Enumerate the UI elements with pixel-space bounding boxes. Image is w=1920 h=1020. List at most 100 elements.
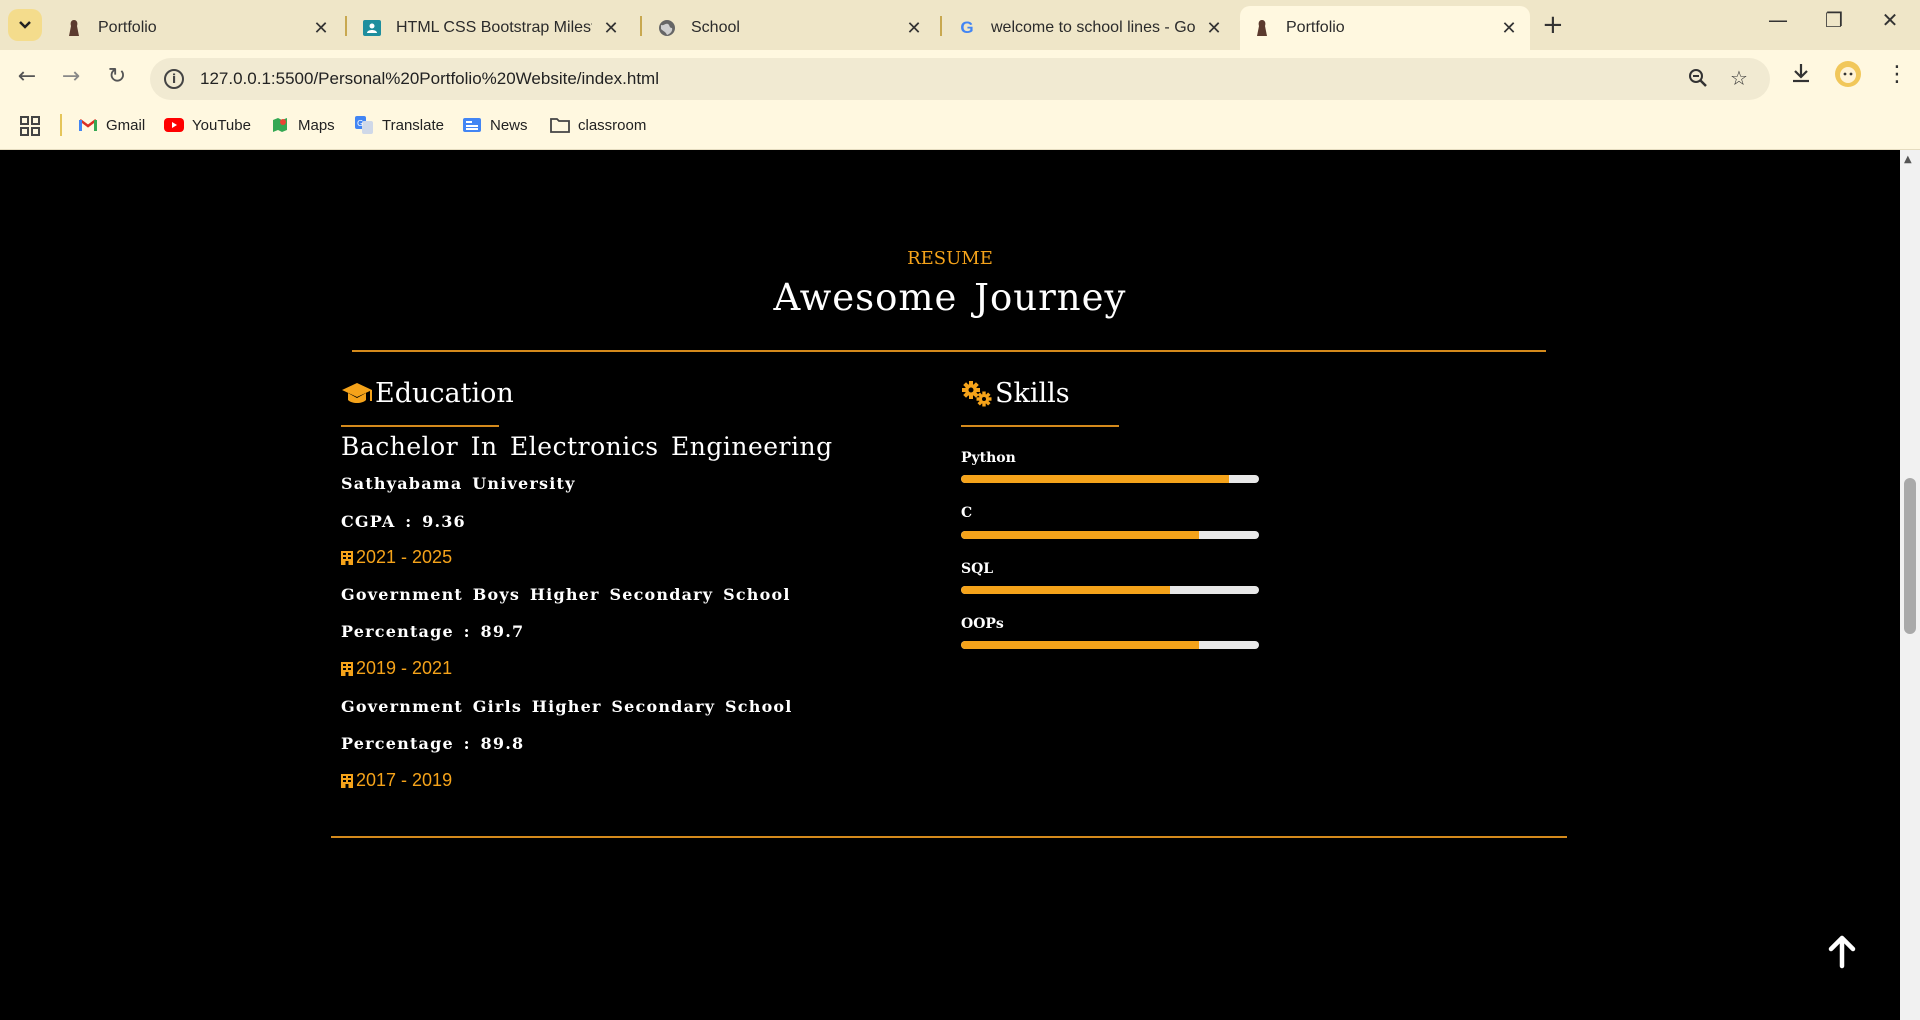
google-favicon: G (960, 18, 974, 37)
youtube-icon (164, 116, 184, 134)
gmail-icon (78, 116, 98, 134)
reload-button[interactable]: ↻ (102, 64, 132, 89)
skills-underline (961, 425, 1119, 427)
divider (331, 836, 1567, 838)
classroom-favicon (362, 18, 382, 38)
education-title: Education (375, 378, 514, 409)
skill-progress-fill (961, 641, 1200, 649)
tab-school[interactable]: School ✕ (645, 6, 935, 50)
tab-divider (345, 16, 347, 36)
scroll-to-top-button[interactable] (1826, 934, 1858, 970)
bookmark-label: classroom (578, 116, 647, 134)
tab-portfolio-active[interactable]: Portfolio ✕ (1240, 6, 1530, 50)
close-icon[interactable]: ✕ (312, 18, 330, 39)
tab-google-search[interactable]: G welcome to school lines - Goog ✕ (945, 6, 1235, 50)
education-underline (341, 425, 499, 427)
school-score: Percentage : 89.7 (341, 622, 525, 641)
tab-label: School (691, 19, 740, 36)
education-heading: Education (341, 378, 514, 409)
globe-favicon (657, 18, 677, 38)
skill-name: Python (961, 450, 1016, 466)
bookmarks-bar: Gmail YouTube Maps G Translate News clas… (0, 108, 1920, 150)
skill-progress-fill (961, 586, 1170, 594)
arrow-up-icon (1828, 935, 1856, 969)
bookmark-label: News (490, 116, 528, 134)
url-text: 127.0.0.1:5500/Personal%20Portfolio%20We… (200, 69, 659, 88)
bookmark-youtube[interactable]: YouTube (164, 116, 251, 134)
folder-icon (550, 116, 570, 134)
tab-label: welcome to school lines - Goog (991, 19, 1195, 36)
bookmark-star-icon[interactable]: ☆ (1730, 66, 1748, 90)
download-icon[interactable] (1790, 62, 1812, 90)
maps-icon (270, 116, 290, 134)
divider (352, 350, 1546, 352)
close-window-button[interactable]: ✕ (1870, 8, 1910, 32)
years-text: 2019 - 2021 (356, 658, 453, 678)
school-years: 2019 - 2021 (341, 658, 452, 679)
tab-html-css-bootstrap[interactable]: HTML CSS Bootstrap Milestone ✕ (350, 6, 632, 50)
bookmarks-divider (60, 114, 62, 136)
gears-icon (961, 380, 993, 408)
portfolio-favicon (1252, 18, 1272, 38)
new-tab-button[interactable]: + (1542, 10, 1564, 40)
bookmark-classroom-folder[interactable]: classroom (550, 116, 646, 134)
bookmark-maps[interactable]: Maps (270, 116, 335, 134)
apps-icon[interactable] (20, 116, 40, 136)
close-icon[interactable]: ✕ (905, 18, 923, 39)
avatar[interactable] (1834, 60, 1862, 94)
restore-button[interactable]: ❐ (1814, 8, 1854, 32)
news-icon (462, 116, 482, 134)
skill-progress-fill (961, 531, 1200, 539)
school-name: Government Boys Higher Secondary School (341, 585, 791, 604)
bookmark-news[interactable]: News (462, 116, 528, 134)
bookmark-label: Maps (298, 116, 335, 134)
tab-label: Portfolio (1286, 19, 1345, 36)
school-years: 2021 - 2025 (341, 547, 452, 568)
portfolio-favicon (64, 18, 84, 38)
skills-heading: Skills (961, 378, 1070, 409)
address-bar[interactable]: i 127.0.0.1:5500/Personal%20Portfolio%20… (150, 58, 1770, 100)
tab-divider (640, 16, 642, 36)
toolbar: ← → ↻ i 127.0.0.1:5500/Personal%20Portfo… (0, 50, 1920, 108)
bookmark-gmail[interactable]: Gmail (78, 116, 145, 134)
building-icon (341, 661, 353, 676)
tab-label: Portfolio (98, 19, 157, 36)
site-info-icon[interactable]: i (164, 69, 184, 89)
more-menu-icon[interactable]: ⋮ (1886, 62, 1908, 87)
school-name: Government Girls Higher Secondary School (341, 697, 793, 716)
skill-progress-bar (961, 475, 1259, 483)
forward-button[interactable]: → (56, 64, 86, 89)
scrollbar-thumb[interactable] (1904, 478, 1916, 634)
tab-portfolio-1[interactable]: Portfolio ✕ (52, 6, 342, 50)
bookmark-label: Translate (382, 116, 444, 134)
close-icon[interactable]: ✕ (1205, 18, 1223, 39)
degree-title: Bachelor In Electronics Engineering (341, 432, 833, 461)
school-years: 2017 - 2019 (341, 770, 452, 791)
minimize-button[interactable]: — (1758, 8, 1798, 32)
building-icon (341, 550, 353, 565)
graduation-cap-icon (341, 381, 373, 407)
tab-search-button[interactable] (8, 9, 42, 41)
close-icon[interactable]: ✕ (602, 18, 620, 39)
skills-title: Skills (995, 378, 1070, 409)
tab-divider (940, 16, 942, 36)
translate-icon: G (354, 116, 374, 134)
school-name: Sathyabama University (341, 474, 576, 493)
skill-name: SQL (961, 561, 994, 577)
section-title: Awesome Journey (773, 276, 1127, 319)
skill-name: OOPs (961, 616, 1004, 632)
scroll-up-arrow[interactable]: ▲ (1904, 154, 1912, 165)
skill-progress-bar (961, 641, 1259, 649)
skill-progress-bar (961, 531, 1259, 539)
tab-label: HTML CSS Bootstrap Milestone (396, 19, 592, 36)
skill-progress-bar (961, 586, 1259, 594)
close-icon[interactable]: ✕ (1500, 18, 1518, 39)
school-score: Percentage : 89.8 (341, 734, 525, 753)
years-text: 2021 - 2025 (356, 547, 453, 567)
tab-strip: Portfolio ✕ HTML CSS Bootstrap Milestone… (0, 0, 1920, 50)
bookmark-translate[interactable]: G Translate (354, 116, 444, 134)
building-icon (341, 773, 353, 788)
svg-text:G: G (357, 119, 363, 128)
zoom-icon[interactable] (1688, 68, 1708, 93)
back-button[interactable]: ← (12, 64, 42, 89)
